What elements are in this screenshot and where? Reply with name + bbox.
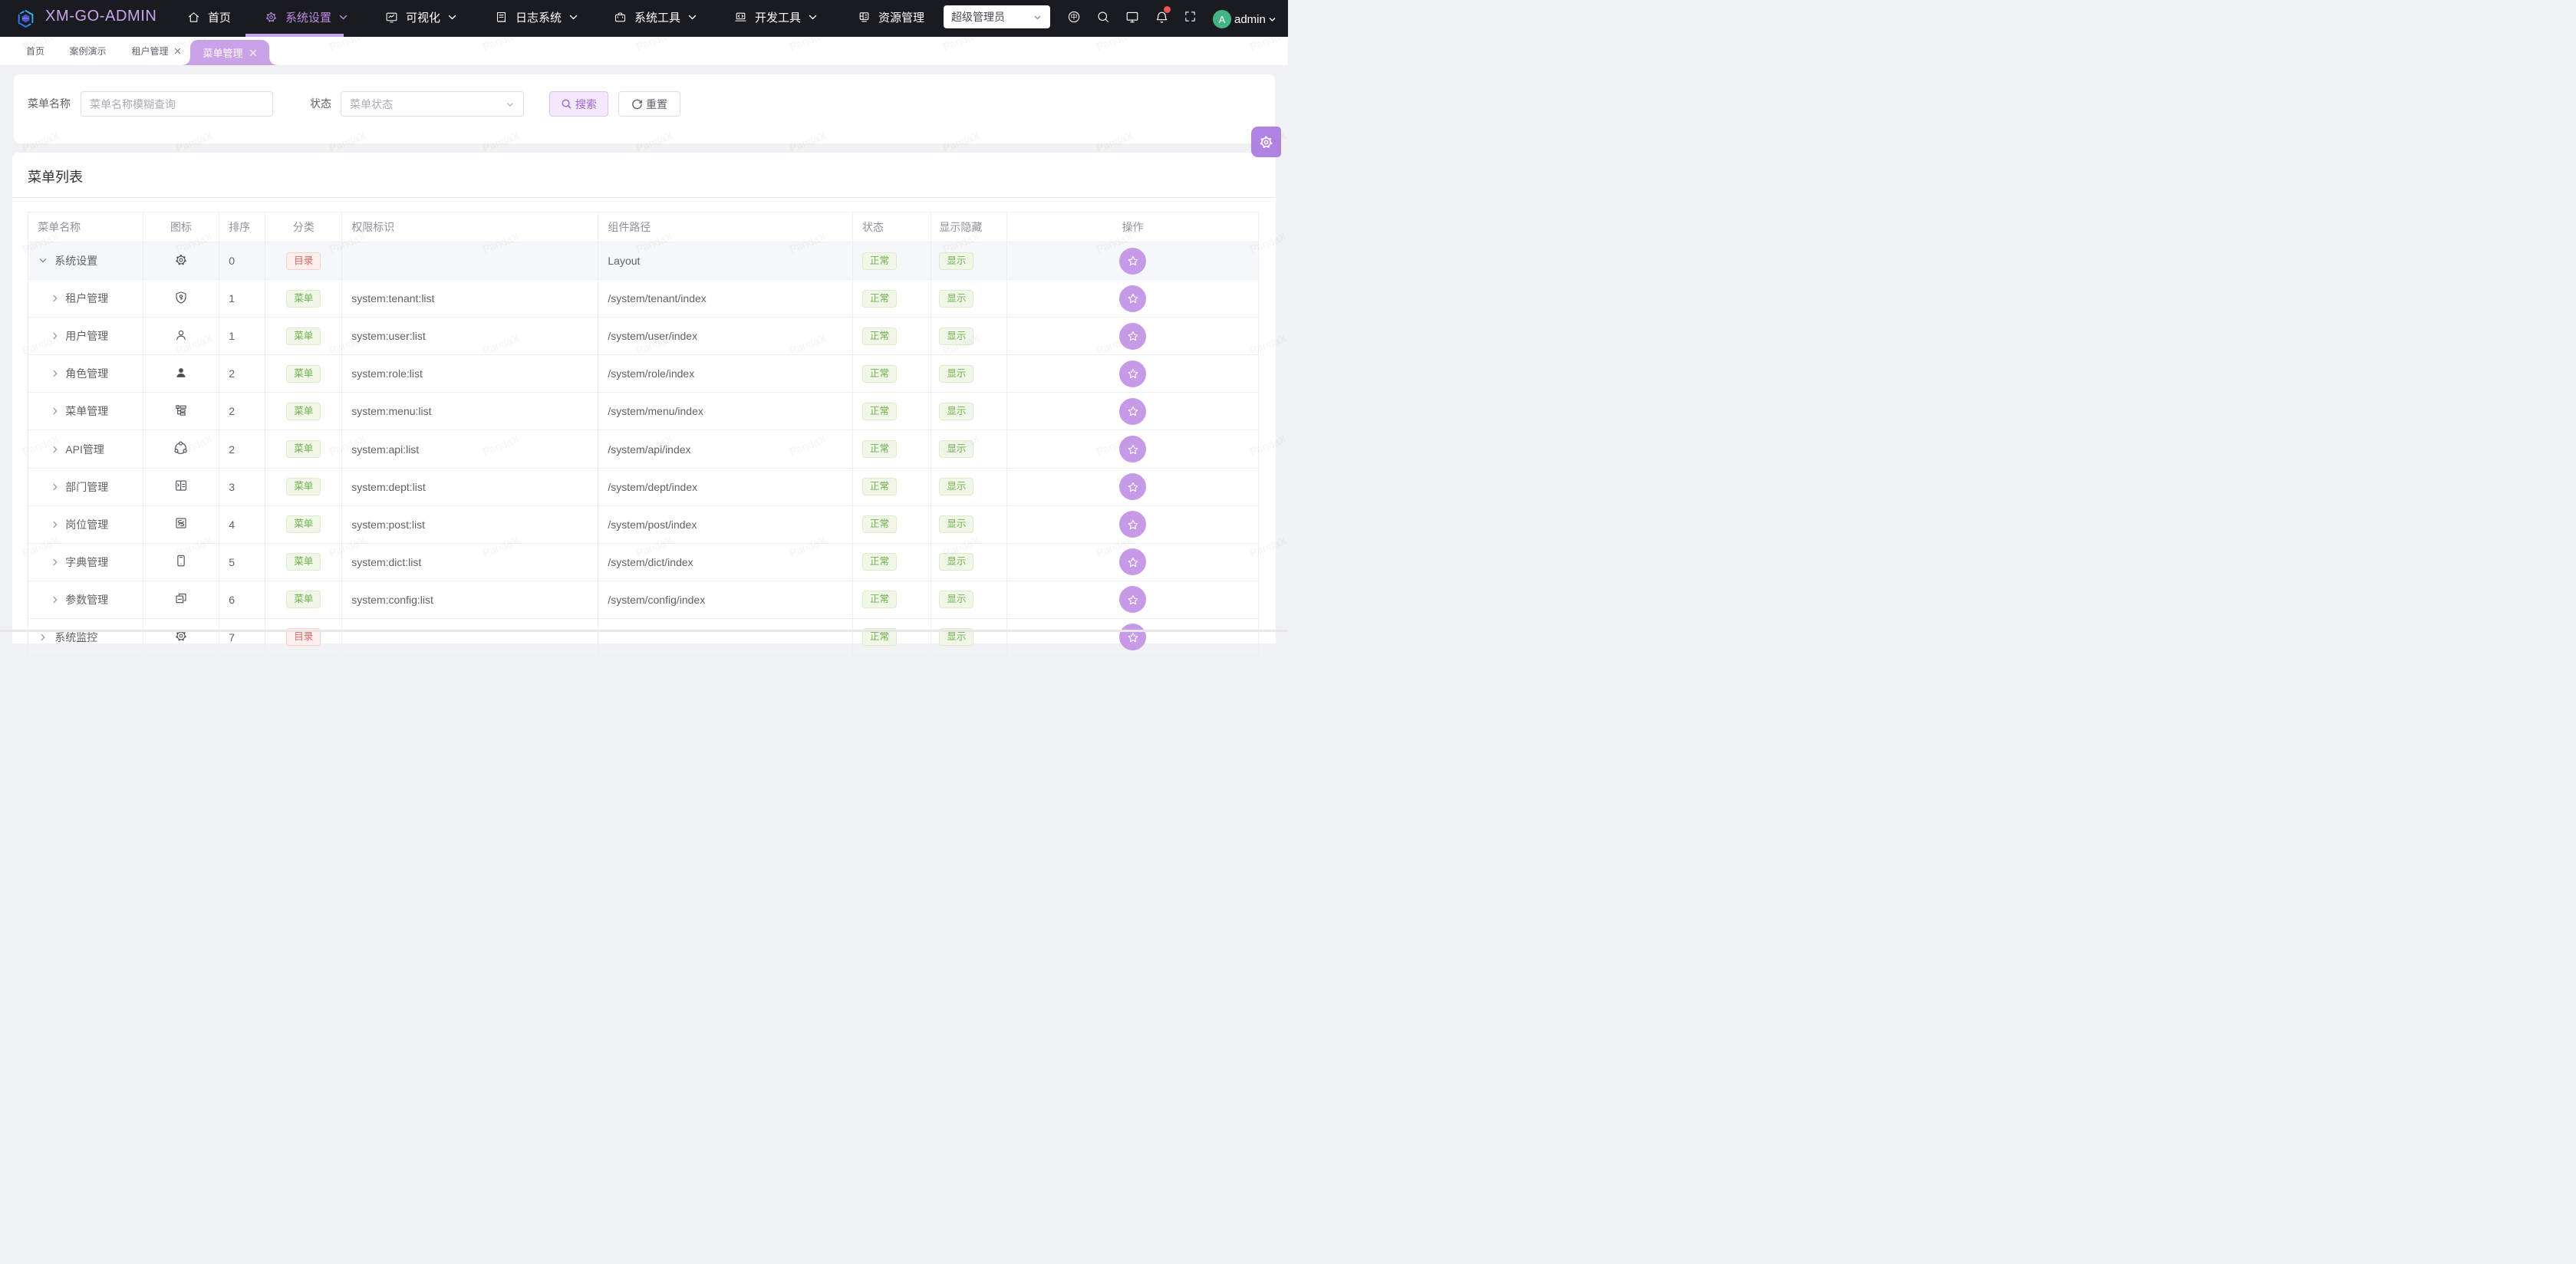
svg-text:中: 中 <box>1070 12 1077 21</box>
svg-text:PANDA: PANDA <box>22 17 29 20</box>
